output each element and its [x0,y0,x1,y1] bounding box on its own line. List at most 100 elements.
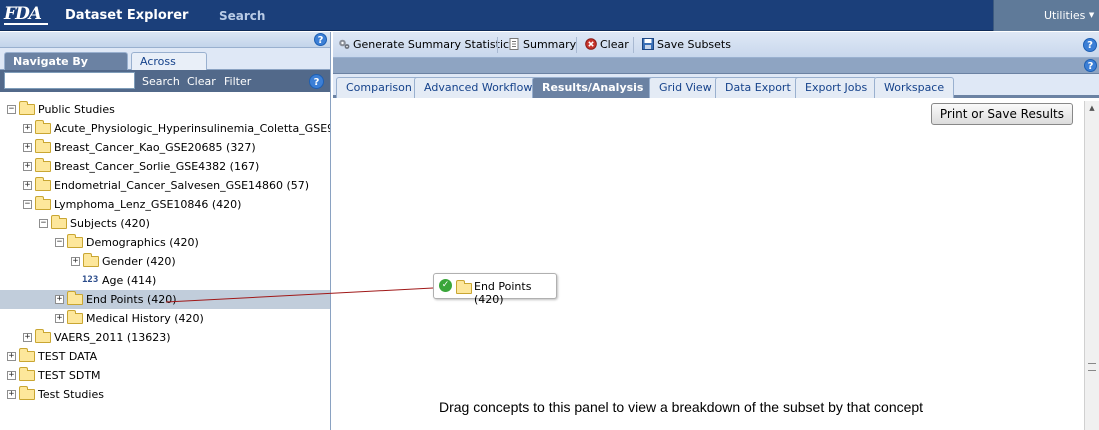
tree-node-study[interactable]: + Breast_Cancer_Sorlie_GSE4382 (167) [0,157,330,176]
filter-button[interactable]: Filter [224,75,251,88]
tree-node-label: Endometrial_Cancer_Salvesen_GSE14860 (57… [54,179,310,192]
help-icon[interactable]: ? [314,33,327,46]
collapse-icon[interactable]: − [39,219,48,228]
tree-node-label: Gender (420) [102,255,176,268]
toolbar-separator [633,37,634,53]
expand-icon[interactable]: + [23,333,32,342]
document-icon [508,38,520,50]
folder-icon [35,158,51,172]
tree-node-label: Acute_Physiologic_Hyperinsulinemia_Colet… [54,122,330,135]
analysis-toolbar: Generate Summary Statistics Summary Clea… [333,32,1099,58]
tab-advanced-workflow[interactable]: Advanced Workflow [414,77,543,98]
tree-node-end-points[interactable]: + End Points (420) [0,290,330,309]
folder-icon [35,329,51,343]
scroll-up-arrow-icon[interactable]: ▲ [1085,101,1099,115]
folder-open-icon [35,196,51,210]
analysis-tab-bar: Comparison Advanced Workflow Results/Ana… [333,74,1099,98]
folder-open-icon [67,234,83,248]
analysis-strip: ? [333,58,1099,74]
expand-icon[interactable]: + [7,390,16,399]
tree-node-study[interactable]: + Endometrial_Cancer_Salvesen_GSE14860 (… [0,176,330,195]
tree-node-demographics[interactable]: − Demographics (420) [0,233,330,252]
search-input[interactable] [4,72,135,89]
utilities-menu[interactable]: Utilities ▼ [993,0,1099,31]
generate-summary-statistics-button[interactable]: Generate Summary Statistics [338,38,515,51]
search-nav-link[interactable]: Search [219,9,265,23]
folder-icon [19,367,35,381]
expand-icon[interactable]: + [23,124,32,133]
expand-icon[interactable]: + [55,295,64,304]
expand-icon[interactable]: + [23,162,32,171]
tree-node-study[interactable]: − Lymphoma_Lenz_GSE10846 (420) [0,195,330,214]
folder-icon [83,253,99,267]
save-subsets-label: Save Subsets [657,38,731,51]
drag-hint-text: Drag concepts to this panel to view a br… [439,399,924,415]
scroll-grip-icon[interactable] [1088,363,1096,371]
help-icon[interactable]: ? [309,74,324,89]
clear-button[interactable]: Clear [585,38,629,51]
expand-icon[interactable]: + [23,181,32,190]
expand-icon[interactable]: + [71,257,80,266]
tab-data-export[interactable]: Data Export [715,77,801,98]
tab-results-analysis[interactable]: Results/Analysis [532,77,654,98]
navigation-panel: ? Navigate By Study Across Trial Search … [0,32,331,430]
tree-node-test-studies[interactable]: + Test Studies [0,385,330,404]
tree-node-public-studies[interactable]: − Public Studies [0,100,330,119]
drag-proxy-label: End Points (420) [474,280,532,306]
tree-node-medical-history[interactable]: + Medical History (420) [0,309,330,328]
save-subsets-button[interactable]: Save Subsets [642,38,731,51]
folder-icon [19,101,35,115]
toolbar-separator [497,37,498,53]
tab-export-jobs[interactable]: Export Jobs [795,77,878,98]
generate-summary-statistics-label: Generate Summary Statistics [353,38,515,51]
analysis-panel: Generate Summary Statistics Summary Clea… [333,32,1099,430]
tree-node-label: VAERS_2011 (13623) [54,331,171,344]
drag-proxy-end-points[interactable]: ✓ End Points (420) [433,273,557,306]
tree-node-test-sdtm[interactable]: + TEST SDTM [0,366,330,385]
search-button[interactable]: Search [142,75,180,88]
tab-comparison[interactable]: Comparison [336,77,422,98]
tab-workspace[interactable]: Workspace [874,77,955,98]
tree-node-subjects[interactable]: − Subjects (420) [0,214,330,233]
tab-navigate-by-study[interactable]: Navigate By Study [4,52,128,85]
tab-grid-view[interactable]: Grid View [649,77,722,98]
tree-node-label: TEST DATA [38,350,98,363]
clear-label: Clear [600,38,629,51]
left-search-toolbar: Search Clear Filter ? [0,70,330,92]
expand-icon[interactable]: + [7,352,16,361]
tree-node-label: Age (414) [102,274,157,287]
collapse-icon[interactable]: − [7,105,16,114]
folder-icon [67,310,83,324]
tree-node-age[interactable]: 123 Age (414) [0,271,330,290]
collapse-icon[interactable]: − [23,200,32,209]
tree-node-gender[interactable]: + Gender (420) [0,252,330,271]
fda-logo: FDA [4,5,48,25]
folder-icon [19,386,35,400]
expand-icon[interactable]: + [23,143,32,152]
tree-node-study[interactable]: + Acute_Physiologic_Hyperinsulinemia_Col… [0,119,330,138]
app-title: Dataset Explorer [65,8,189,23]
folder-icon [67,291,83,305]
tree-node-test-data[interactable]: + TEST DATA [0,347,330,366]
vertical-scrollbar[interactable]: ▲ [1084,101,1099,430]
collapse-icon[interactable]: − [55,238,64,247]
expand-icon[interactable]: + [55,314,64,323]
tree-node-label: Breast_Cancer_Sorlie_GSE4382 (167) [54,160,260,173]
tree-node-label: Public Studies [38,103,115,116]
numeric-icon: 123 [82,275,99,285]
summary-button[interactable]: Summary [508,38,576,51]
expand-icon[interactable]: + [7,371,16,380]
tree-node-study[interactable]: + Breast_Cancer_Kao_GSE20685 (327) [0,138,330,157]
tree-node-study[interactable]: + VAERS_2011 (13623) [0,328,330,347]
help-icon[interactable]: ? [1084,59,1097,72]
study-tree: − Public Studies + Acute_Physiologic_Hyp… [0,94,330,430]
folder-icon [35,139,51,153]
help-icon[interactable]: ? [1083,38,1097,52]
results-drop-zone[interactable]: Print or Save Results Drag concepts to t… [333,101,1084,430]
tree-node-label: Demographics (420) [86,236,199,249]
print-or-save-results-button[interactable]: Print or Save Results [930,103,1073,125]
tab-across-trial[interactable]: Across Trial [131,52,207,85]
toolbar-separator [576,37,577,53]
tree-node-label: Lymphoma_Lenz_GSE10846 (420) [54,198,242,211]
clear-button[interactable]: Clear [187,75,216,88]
